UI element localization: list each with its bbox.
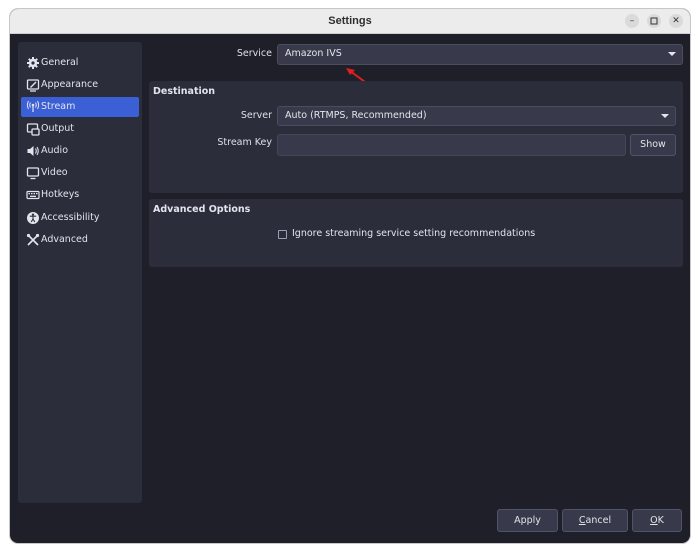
service-value: Amazon IVS xyxy=(285,48,342,59)
appearance-icon xyxy=(26,79,40,92)
accessibility-icon xyxy=(27,212,39,224)
maximize-icon xyxy=(650,17,658,25)
destination-title: Destination xyxy=(153,86,216,97)
cancel-button[interactable]: Cancel xyxy=(562,509,628,532)
service-dropdown[interactable]: Amazon IVS xyxy=(277,44,683,65)
chevron-down-icon xyxy=(661,114,669,118)
monitor-icon xyxy=(26,167,40,180)
sidebar-item-video[interactable]: Video xyxy=(21,163,139,183)
sidebar-item-advanced[interactable]: Advanced xyxy=(21,230,139,250)
sidebar-item-label: Stream xyxy=(41,101,76,112)
sidebar-item-label: Appearance xyxy=(41,79,99,90)
settings-window: Settings – ✕ General Appearance Stream O… xyxy=(10,9,690,543)
settings-sidebar: General Appearance Stream Output Audio V… xyxy=(18,42,142,503)
keyboard-icon xyxy=(26,190,40,200)
sidebar-item-label: Advanced xyxy=(41,234,88,245)
stream-key-label: Stream Key xyxy=(217,137,272,148)
ignore-recommendations-checkbox[interactable] xyxy=(278,230,287,239)
ignore-recommendations-label[interactable]: Ignore streaming service setting recomme… xyxy=(292,228,535,239)
show-key-button[interactable]: Show xyxy=(630,134,676,156)
close-icon: ✕ xyxy=(672,16,680,26)
sidebar-item-label: Hotkeys xyxy=(41,189,80,200)
tools-icon xyxy=(26,233,40,246)
sidebar-item-appearance[interactable]: Appearance xyxy=(21,75,139,95)
sidebar-item-audio[interactable]: Audio xyxy=(21,141,139,161)
antenna-icon xyxy=(26,100,40,112)
sidebar-item-label: Video xyxy=(41,167,68,178)
advanced-options-group: Advanced Options Ignore streaming servic… xyxy=(149,199,683,267)
ok-label-rest: K xyxy=(657,515,664,526)
gear-icon xyxy=(27,57,39,69)
sidebar-item-output[interactable]: Output xyxy=(21,119,139,139)
ok-button[interactable]: OK xyxy=(632,509,682,532)
stream-key-field[interactable] xyxy=(277,134,626,156)
chevron-down-icon xyxy=(668,52,676,56)
service-label: Service xyxy=(236,48,272,59)
cancel-mnemonic: C xyxy=(578,515,586,526)
minimize-icon: – xyxy=(629,16,635,26)
close-button[interactable]: ✕ xyxy=(669,14,683,28)
destination-group: Destination Server Auto (RTMPS, Recommen… xyxy=(149,81,683,193)
apply-button[interactable]: Apply xyxy=(497,509,558,532)
ok-mnemonic: O xyxy=(650,515,658,526)
server-value: Auto (RTMPS, Recommended) xyxy=(285,110,427,121)
minimize-button[interactable]: – xyxy=(625,14,639,28)
server-dropdown[interactable]: Auto (RTMPS, Recommended) xyxy=(277,106,676,126)
title-bar: Settings – ✕ xyxy=(10,9,690,34)
sidebar-item-general[interactable]: General xyxy=(21,53,139,73)
window-title: Settings xyxy=(328,15,372,27)
speaker-icon xyxy=(27,146,39,156)
maximize-button[interactable] xyxy=(647,14,661,28)
sidebar-item-label: Audio xyxy=(41,145,69,156)
server-label: Server xyxy=(240,110,272,121)
sidebar-item-accessibility[interactable]: Accessibility xyxy=(21,208,139,228)
sidebar-item-stream[interactable]: Stream xyxy=(21,97,139,117)
sidebar-item-label: Accessibility xyxy=(41,212,100,223)
advanced-options-title: Advanced Options xyxy=(153,204,251,215)
sidebar-item-hotkeys[interactable]: Hotkeys xyxy=(21,185,139,205)
cancel-label-rest: ancel xyxy=(585,515,612,526)
sidebar-item-label: Output xyxy=(41,123,74,134)
stream-settings-panel: Service Amazon IVS Destination Server Au… xyxy=(149,42,684,503)
sidebar-item-label: General xyxy=(41,57,79,68)
output-icon xyxy=(26,123,40,136)
